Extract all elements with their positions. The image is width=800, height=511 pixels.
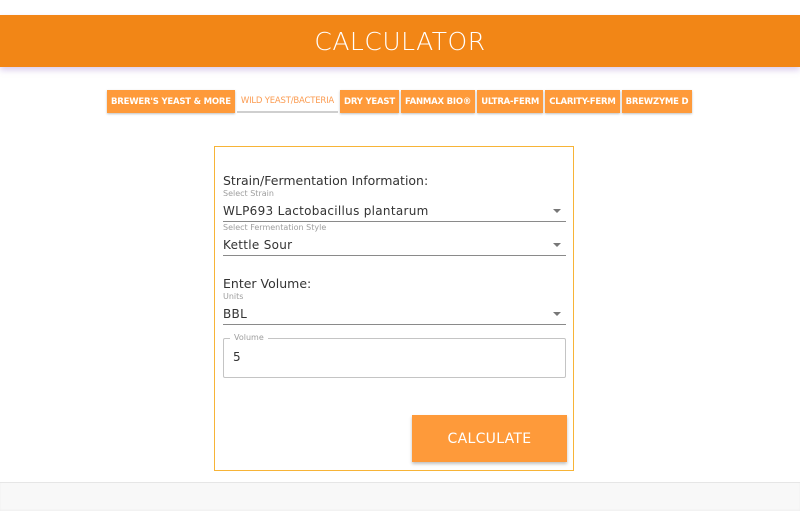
volume-field: Volume [223,333,566,378]
tab-wild-yeast-bacteria[interactable]: WILD YEAST/BACTERIA [236,90,339,113]
page-header: CALCULATOR [0,15,800,67]
volume-section-title: Enter Volume: [223,276,312,291]
calculate-button[interactable]: CALCULATE [412,415,567,462]
fermentation-style-value: Kettle Sour [223,237,293,252]
units-select[interactable]: BBL [223,303,566,325]
top-strip [0,0,800,15]
footer [0,482,800,511]
dropdown-arrow-icon [553,208,561,213]
page-title: CALCULATOR [314,26,486,56]
units-value: BBL [223,306,248,321]
tab-brewzyme-d[interactable]: BREWZYME D [621,90,693,113]
tab-brewers-yeast[interactable]: BREWER'S YEAST & MORE [107,90,235,113]
calculator-tabs: BREWER'S YEAST & MORE WILD YEAST/BACTERI… [107,90,693,113]
strain-value: WLP693 Lactobacillus plantarum [223,203,429,218]
strain-label: Select Strain [223,189,274,198]
calculator-form: Strain/Fermentation Information: Select … [214,146,574,471]
fermentation-style-select[interactable]: Kettle Sour [223,234,566,256]
dropdown-arrow-icon [553,311,561,316]
fermentation-style-label: Select Fermentation Style [223,223,327,232]
strain-select[interactable]: WLP693 Lactobacillus plantarum [223,200,566,222]
strain-section-title: Strain/Fermentation Information: [223,173,429,188]
tab-fanmax-bio[interactable]: FANMAX BIO® [400,90,476,113]
tab-clarity-ferm[interactable]: CLARITY-FERM [545,90,620,113]
tab-ultra-ferm[interactable]: ULTRA-FERM [477,90,544,113]
dropdown-arrow-icon [553,242,561,247]
volume-label: Volume [230,333,268,342]
volume-input[interactable] [233,350,553,364]
units-label: Units [223,292,244,301]
tab-dry-yeast[interactable]: DRY YEAST [340,90,399,113]
